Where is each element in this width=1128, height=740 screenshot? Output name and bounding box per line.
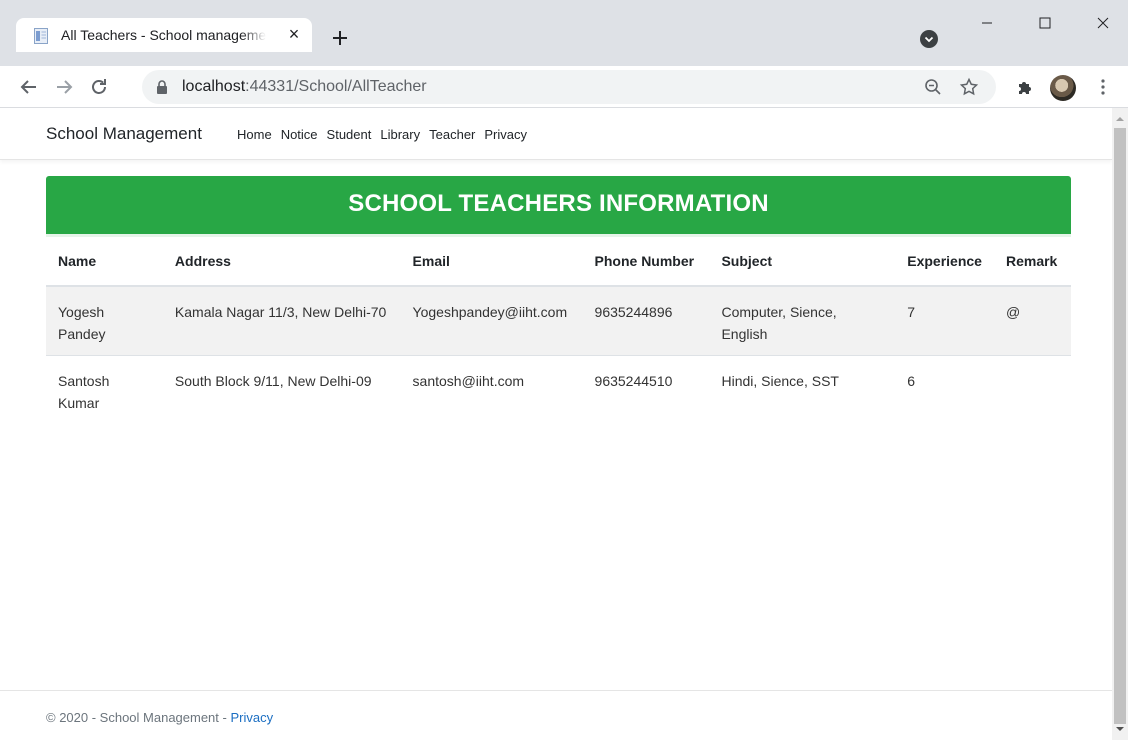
puzzle-icon[interactable] bbox=[1014, 76, 1036, 98]
footer-privacy-link[interactable]: Privacy bbox=[230, 710, 273, 725]
nav-student[interactable]: Student bbox=[327, 127, 372, 142]
cell-remark: @ bbox=[993, 286, 1071, 356]
star-icon[interactable] bbox=[958, 76, 980, 98]
cell-subject: Computer, Sience, English bbox=[709, 286, 896, 356]
header-email: Email bbox=[400, 246, 583, 287]
browser-tab-strip: All Teachers - School management × bbox=[0, 0, 1128, 66]
header-address: Address bbox=[162, 246, 401, 287]
header-experience: Experience bbox=[895, 246, 994, 287]
maximize-icon[interactable] bbox=[1022, 8, 1068, 38]
nav-privacy[interactable]: Privacy bbox=[484, 127, 527, 142]
table-row: Santosh Kumar South Block 9/11, New Delh… bbox=[46, 356, 1071, 425]
lock-icon[interactable] bbox=[156, 80, 168, 94]
page-title: SCHOOL TEACHERS INFORMATION bbox=[348, 190, 769, 217]
forward-arrow-icon[interactable] bbox=[53, 76, 75, 98]
header-name: Name bbox=[46, 246, 163, 287]
more-vert-icon[interactable] bbox=[1092, 76, 1114, 98]
page-footer: © 2020 - School Management - Privacy bbox=[0, 690, 1112, 740]
brand-link[interactable]: School Management bbox=[46, 124, 202, 144]
cell-phone: 9635244510 bbox=[594, 373, 673, 389]
window-close-icon[interactable] bbox=[1080, 8, 1126, 38]
browser-toolbar: localhost:44331/School/AllTeacher bbox=[0, 66, 1128, 108]
site-navbar: School Management Home Notice Student Li… bbox=[0, 108, 1112, 160]
table-header-row: Name Address Email Phone Number Subject … bbox=[46, 246, 1071, 287]
plus-icon[interactable] bbox=[328, 26, 352, 50]
page-viewport: School Management Home Notice Student Li… bbox=[0, 108, 1112, 740]
cell-experience: 7 bbox=[895, 286, 994, 356]
scroll-down-arrow-icon[interactable] bbox=[1112, 724, 1128, 734]
cell-phone: 9635244896 bbox=[582, 286, 710, 356]
address-bar[interactable]: localhost:44331/School/AllTeacher bbox=[142, 70, 996, 104]
nav-notice[interactable]: Notice bbox=[281, 127, 318, 142]
cell-name: Santosh Kumar bbox=[58, 373, 110, 411]
cell-name: Yogesh Pandey bbox=[46, 286, 163, 356]
footer-copyright: © 2020 - School Management - bbox=[46, 710, 231, 725]
media-control-icon[interactable] bbox=[920, 30, 938, 48]
nav-library[interactable]: Library bbox=[380, 127, 420, 142]
scroll-up-arrow-icon[interactable] bbox=[1112, 114, 1128, 124]
cell-email: Yogeshpandey@iiht.com bbox=[400, 286, 583, 356]
cell-email: santosh@iiht.com bbox=[412, 373, 525, 389]
tab-title: All Teachers - School management bbox=[61, 27, 266, 43]
page-favicon-icon bbox=[34, 28, 48, 44]
avatar[interactable] bbox=[1050, 75, 1076, 101]
nav-teacher[interactable]: Teacher bbox=[429, 127, 475, 142]
table-row: Yogesh Pandey Kamala Nagar 11/3, New Del… bbox=[46, 286, 1071, 356]
vertical-scrollbar[interactable] bbox=[1112, 108, 1128, 740]
reload-icon[interactable] bbox=[88, 76, 110, 98]
teachers-table: Name Address Email Phone Number Subject … bbox=[46, 246, 1071, 424]
header-phone-number: Phone Number bbox=[582, 246, 710, 287]
nav-home[interactable]: Home bbox=[237, 127, 272, 142]
page-title-banner: SCHOOL TEACHERS INFORMATION bbox=[46, 176, 1071, 237]
back-arrow-icon[interactable] bbox=[18, 76, 40, 98]
scroll-thumb[interactable] bbox=[1114, 128, 1126, 724]
url-host: localhost bbox=[182, 78, 246, 95]
url-path: :44331/School/AllTeacher bbox=[245, 78, 427, 95]
header-remark: Remark bbox=[993, 246, 1071, 287]
cell-remark bbox=[994, 356, 1071, 425]
url-text[interactable]: localhost:44331/School/AllTeacher bbox=[182, 78, 427, 96]
cell-address: South Block 9/11, New Delhi-09 bbox=[174, 373, 372, 389]
browser-tab-active[interactable]: All Teachers - School management × bbox=[16, 18, 312, 52]
cell-subject: Hindi, Sience, SST bbox=[721, 373, 839, 389]
zoom-icon[interactable] bbox=[922, 76, 944, 98]
close-icon[interactable]: × bbox=[284, 24, 304, 44]
nav-links: Home Notice Student Library Teacher Priv… bbox=[237, 127, 527, 142]
header-subject: Subject bbox=[709, 246, 896, 287]
cell-address: Kamala Nagar 11/3, New Delhi-70 bbox=[162, 286, 401, 356]
cell-experience: 6 bbox=[907, 373, 916, 389]
footer-text: © 2020 - School Management - Privacy bbox=[46, 710, 273, 725]
minimize-icon[interactable] bbox=[964, 8, 1010, 38]
